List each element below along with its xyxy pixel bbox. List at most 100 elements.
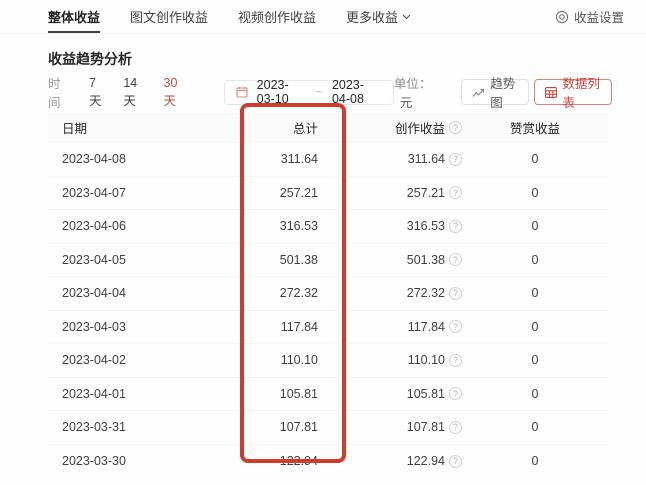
table-body: 2023-04-08 311.64 311.64 ? 0 2023-04-07 … bbox=[48, 143, 608, 478]
cell-creation: 257.21 ? bbox=[318, 186, 462, 200]
view-controls-group: 单位：元 趋势图 bbox=[394, 73, 612, 111]
tab-overall-revenue[interactable]: 整体收益 bbox=[48, 0, 100, 33]
tab-article-revenue[interactable]: 图文创作收益 bbox=[130, 0, 208, 33]
table-header-row: 日期 总计 创作收益 ? 赞赏收益 bbox=[48, 113, 608, 143]
trend-chart-label: 趋势图 bbox=[490, 73, 518, 111]
main-content: 收益趋势分析 时间 7天 14天 30天 20 bbox=[0, 49, 646, 478]
revenue-tabs: 整体收益 图文创作收益 视频创作收益 更多收益 bbox=[48, 0, 411, 33]
table-row: 2023-04-03 117.84 117.84 ? 0 bbox=[48, 311, 608, 345]
cell-date: 2023-04-04 bbox=[48, 286, 238, 300]
tab-label: 图文创作收益 bbox=[130, 7, 208, 26]
top-tab-bar: 整体收益 图文创作收益 视频创作收益 更多收益 收益设置 bbox=[0, 0, 646, 34]
cell-date: 2023-04-01 bbox=[48, 387, 238, 401]
cell-total: 272.32 bbox=[238, 286, 318, 300]
cell-creation: 311.64 ? bbox=[318, 152, 462, 166]
cell-date: 2023-04-07 bbox=[48, 186, 238, 200]
cell-creation-value: 105.81 bbox=[407, 387, 445, 401]
cell-total: 122.94 bbox=[238, 454, 318, 468]
range-option-14d[interactable]: 14天 bbox=[123, 76, 145, 109]
cell-creation-help-icon[interactable]: ? bbox=[449, 320, 462, 333]
cell-total: 107.81 bbox=[238, 420, 318, 434]
cell-creation-help-icon[interactable]: ? bbox=[449, 220, 462, 233]
cell-creation: 105.81 ? bbox=[318, 387, 462, 401]
tab-label: 更多收益 bbox=[346, 7, 398, 26]
revenue-table: 日期 总计 创作收益 ? 赞赏收益 2023-04-08 311.64 311.… bbox=[48, 113, 608, 478]
tab-more-revenue[interactable]: 更多收益 bbox=[346, 0, 411, 33]
cell-creation-value: 122.94 bbox=[407, 454, 445, 468]
cell-total: 110.10 bbox=[238, 353, 318, 367]
cell-total: 311.64 bbox=[238, 152, 318, 166]
settings-label: 收益设置 bbox=[574, 7, 624, 26]
cell-creation-value: 117.84 bbox=[408, 320, 445, 334]
cell-date: 2023-04-08 bbox=[48, 152, 238, 166]
column-header-creation: 创作收益 ? bbox=[318, 118, 462, 137]
table-row: 2023-04-07 257.21 257.21 ? 0 bbox=[48, 177, 608, 211]
cell-reward: 0 bbox=[462, 387, 608, 401]
cell-creation-help-icon[interactable]: ? bbox=[449, 253, 462, 266]
cell-reward: 0 bbox=[462, 186, 608, 200]
cell-creation-help-icon[interactable]: ? bbox=[449, 186, 462, 199]
cell-creation-help-icon[interactable]: ? bbox=[449, 387, 462, 400]
cell-creation-value: 311.64 bbox=[408, 152, 445, 166]
data-list-label: 数据列表 bbox=[562, 73, 601, 111]
calendar-icon bbox=[236, 86, 248, 98]
range-option-7d[interactable]: 7天 bbox=[89, 76, 105, 109]
creation-revenue-help-icon[interactable]: ? bbox=[449, 121, 462, 134]
data-list-button[interactable]: 数据列表 bbox=[534, 79, 612, 105]
cell-creation-help-icon[interactable]: ? bbox=[449, 455, 462, 468]
tab-label: 整体收益 bbox=[48, 7, 100, 26]
cell-creation-value: 110.10 bbox=[408, 353, 445, 367]
view-toggle: 趋势图 数据列表 bbox=[461, 79, 612, 105]
tab-label: 视频创作收益 bbox=[238, 7, 316, 26]
table-row: 2023-04-05 501.38 501.38 ? 0 bbox=[48, 244, 608, 278]
table-row: 2023-04-08 311.64 311.64 ? 0 bbox=[48, 143, 608, 177]
cell-creation: 117.84 ? bbox=[318, 320, 462, 334]
cell-date: 2023-04-02 bbox=[48, 353, 238, 367]
cell-date: 2023-04-06 bbox=[48, 219, 238, 233]
cell-total: 257.21 bbox=[238, 186, 318, 200]
chevron-down-icon bbox=[402, 14, 411, 20]
time-filter-group: 时间 7天 14天 30天 2023-03-10 ~ 20 bbox=[48, 73, 394, 111]
cell-date: 2023-03-30 bbox=[48, 454, 238, 468]
table-row: 2023-03-31 107.81 107.81 ? 0 bbox=[48, 411, 608, 445]
cell-creation-value: 272.32 bbox=[407, 286, 445, 300]
column-header-total: 总计 bbox=[238, 118, 318, 137]
cell-creation: 272.32 ? bbox=[318, 286, 462, 300]
cell-reward: 0 bbox=[462, 353, 608, 367]
table-grid-icon bbox=[545, 87, 557, 98]
page-title: 收益趋势分析 bbox=[48, 49, 612, 69]
revenue-dashboard-page: 整体收益 图文创作收益 视频创作收益 更多收益 收益设置 bbox=[0, 0, 646, 485]
cell-creation-help-icon[interactable]: ? bbox=[449, 421, 462, 434]
cell-date: 2023-04-05 bbox=[48, 253, 238, 267]
cell-total: 117.84 bbox=[238, 320, 318, 334]
cell-creation-value: 107.81 bbox=[407, 420, 445, 434]
cell-creation: 122.94 ? bbox=[318, 454, 462, 468]
cell-reward: 0 bbox=[462, 320, 608, 334]
cell-reward: 0 bbox=[462, 152, 608, 166]
date-range-picker[interactable]: 2023-03-10 ~ 2023-04-08 bbox=[224, 80, 394, 105]
trend-chart-button[interactable]: 趋势图 bbox=[461, 79, 529, 105]
range-option-30d[interactable]: 30天 bbox=[164, 76, 186, 109]
trend-line-icon bbox=[472, 87, 485, 98]
date-range-start: 2023-03-10 bbox=[257, 78, 307, 106]
cell-creation-value: 501.38 bbox=[407, 253, 445, 267]
cell-creation-value: 316.53 bbox=[407, 219, 445, 233]
cell-reward: 0 bbox=[462, 219, 608, 233]
tab-video-revenue[interactable]: 视频创作收益 bbox=[238, 0, 316, 33]
cell-creation-help-icon[interactable]: ? bbox=[449, 287, 462, 300]
cell-reward: 0 bbox=[462, 253, 608, 267]
date-range-separator: ~ bbox=[316, 85, 323, 99]
cell-creation: 110.10 ? bbox=[318, 353, 462, 367]
time-filter-label: 时间 bbox=[48, 73, 69, 111]
cell-total: 501.38 bbox=[238, 253, 318, 267]
cell-reward: 0 bbox=[462, 420, 608, 434]
table-row: 2023-04-02 110.10 110.10 ? 0 bbox=[48, 344, 608, 378]
cell-creation-help-icon[interactable]: ? bbox=[449, 153, 462, 166]
filter-row: 时间 7天 14天 30天 2023-03-10 ~ 20 bbox=[48, 79, 612, 105]
cell-reward: 0 bbox=[462, 286, 608, 300]
column-header-reward: 赞赏收益 bbox=[462, 118, 608, 137]
revenue-settings-button[interactable]: 收益设置 bbox=[555, 0, 624, 33]
unit-value: 元 bbox=[400, 96, 413, 110]
table-row: 2023-04-04 272.32 272.32 ? 0 bbox=[48, 277, 608, 311]
cell-creation-help-icon[interactable]: ? bbox=[449, 354, 462, 367]
